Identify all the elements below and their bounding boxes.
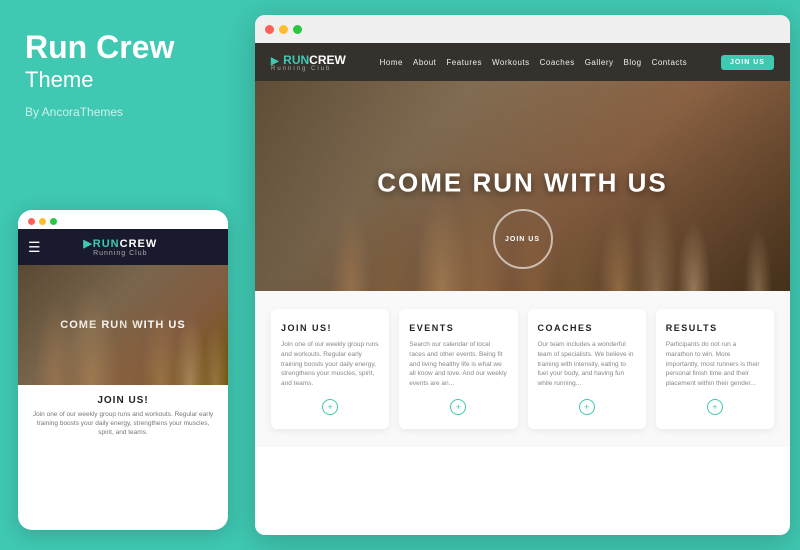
mobile-join-text: Join one of our weekly group runs and wo… [30, 410, 216, 437]
card-join-icon-row: + [281, 399, 379, 415]
titlebar-dot-red [265, 25, 274, 34]
hamburger-icon[interactable]: ☰ [28, 239, 41, 256]
brand-by: By AncoraThemes [25, 105, 220, 119]
card-coaches-icon[interactable]: + [579, 399, 595, 415]
mobile-join-title: JOIN US! [30, 395, 216, 406]
nav-link-coaches[interactable]: Coaches [540, 58, 575, 67]
desktop-hero: COME RUN WITH US JOIN US [255, 81, 790, 291]
card-results-icon[interactable]: + [707, 399, 723, 415]
card-events-title: EVENTS [409, 323, 507, 333]
desktop-titlebar [255, 15, 790, 43]
left-panel: Run Crew Theme By AncoraThemes ☰ ▶RUNCRE… [0, 0, 245, 550]
card-coaches-icon-row: + [538, 399, 636, 415]
nav-link-features[interactable]: Features [446, 58, 482, 67]
hero-title: COME RUN WITH US [377, 167, 668, 198]
mobile-nav: ☰ ▶RUNCREW Running Club [18, 229, 228, 265]
card-join: JOIN US! Join one of our weekly group ru… [271, 309, 389, 429]
desktop-logo: ▶ RUNCREW Running Club [271, 52, 346, 72]
mobile-tagline: Running Club [83, 250, 157, 257]
desktop-cta-button[interactable]: JOIN US [721, 55, 774, 70]
mobile-hero: COME RUN WITH US [18, 265, 228, 385]
card-coaches-text: Our team includes a wonderful team of sp… [538, 340, 636, 389]
desktop-mockup: ▶ RUNCREW Running Club Home About Featur… [255, 15, 790, 535]
nav-link-workouts[interactable]: Workouts [492, 58, 530, 67]
mobile-titlebar [18, 210, 228, 229]
card-join-text: Join one of our weekly group runs and wo… [281, 340, 379, 389]
card-results: RESULTS Participants do not run a marath… [656, 309, 774, 429]
nav-link-contacts[interactable]: Contacts [652, 58, 688, 67]
hero-join-button[interactable]: JOIN US [493, 209, 553, 269]
mobile-dot-green [50, 218, 57, 225]
brand-title: Run Crew Theme [25, 30, 220, 93]
card-events-icon[interactable]: + [450, 399, 466, 415]
cards-section: JOIN US! Join one of our weekly group ru… [255, 291, 790, 447]
card-coaches: COACHES Our team includes a wonderful te… [528, 309, 646, 429]
card-join-icon[interactable]: + [322, 399, 338, 415]
mobile-mockup: ☰ ▶RUNCREW Running Club COME RUN WITH US… [18, 210, 228, 530]
nav-link-gallery[interactable]: Gallery [585, 58, 614, 67]
mobile-dot-red [28, 218, 35, 225]
card-events-icon-row: + [409, 399, 507, 415]
mobile-dot-yellow [39, 218, 46, 225]
desktop-nav: ▶ RUNCREW Running Club Home About Featur… [255, 43, 790, 81]
desktop-nav-links: Home About Features Workouts Coaches Gal… [380, 58, 687, 67]
titlebar-dot-green [293, 25, 302, 34]
nav-link-home[interactable]: Home [380, 58, 403, 67]
card-results-title: RESULTS [666, 323, 764, 333]
mobile-hero-bg [18, 265, 228, 385]
card-events-text: Search our calendar of local races and o… [409, 340, 507, 389]
card-results-text: Participants do not run a marathon to wi… [666, 340, 764, 389]
card-join-title: JOIN US! [281, 323, 379, 333]
mobile-logo: ▶RUNCREW [83, 237, 157, 250]
titlebar-dot-yellow [279, 25, 288, 34]
card-events: EVENTS Search our calendar of local race… [399, 309, 517, 429]
nav-link-blog[interactable]: Blog [624, 58, 642, 67]
card-coaches-title: COACHES [538, 323, 636, 333]
nav-link-about[interactable]: About [413, 58, 436, 67]
card-results-icon-row: + [666, 399, 764, 415]
mobile-join-section: JOIN US! Join one of our weekly group ru… [18, 385, 228, 447]
